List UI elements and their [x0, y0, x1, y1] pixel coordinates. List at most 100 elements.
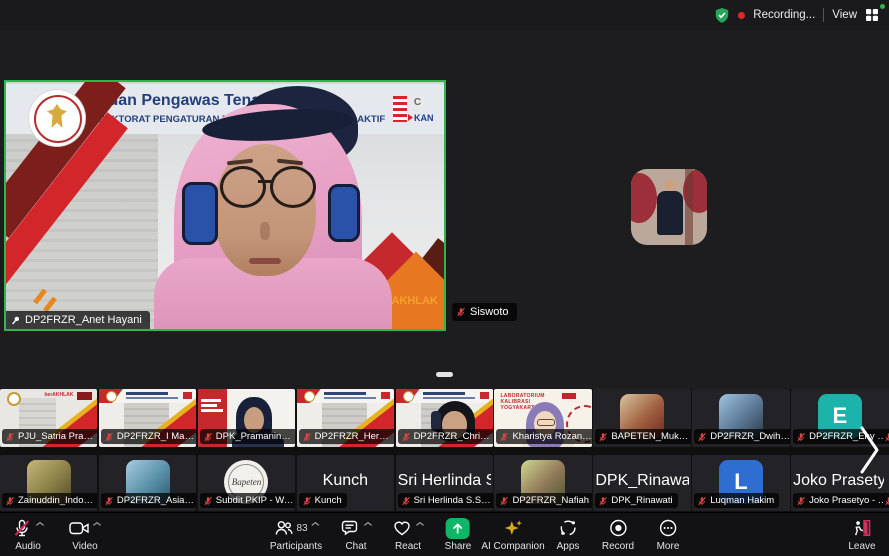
share-button[interactable]: Share	[445, 517, 472, 552]
chevron-up-icon[interactable]	[93, 521, 102, 527]
bapeten-mini-logo	[304, 391, 315, 402]
chevron-up-icon[interactable]	[36, 521, 45, 527]
muted-mic-icon	[302, 432, 312, 442]
participants-label: Participants	[270, 541, 322, 552]
berakhlak-mini-text: berAKHLAK	[45, 392, 74, 398]
participant-tile[interactable]: Zainuddin_Indowire	[0, 455, 97, 511]
participant-tile[interactable]: Kunch Kunch	[297, 455, 394, 511]
headphone-earcup	[182, 182, 218, 245]
zoom-meeting-window: Recording... View Badan Pengawas Tenaga …	[0, 0, 889, 556]
video-camera-icon	[69, 518, 90, 538]
active-speaker-tile[interactable]: Badan Pengawas Tenaga Nuklir DIREKTORAT …	[4, 80, 446, 331]
chat-button[interactable]: Chat	[340, 517, 373, 552]
kan-logo: KAN	[408, 113, 434, 123]
glasses-lens	[270, 166, 316, 208]
participant-tile-siswoto[interactable]: Siswoto	[447, 80, 889, 331]
apps-button[interactable]: Apps	[557, 517, 580, 552]
record-icon	[608, 518, 629, 538]
participant-tile[interactable]: DPK_RinawatiDPK_Rinawati	[593, 455, 690, 511]
recording-dot-icon	[738, 12, 745, 19]
participant-name-label: Kharistya Rozana-BRIN	[496, 429, 591, 444]
muted-mic-icon	[499, 432, 509, 442]
muted-mic-icon	[499, 496, 509, 506]
participant-tile[interactable]: LABORATORIUMKALIBRASIYOGYAKARTAKharistya…	[494, 389, 591, 447]
muted-mic-icon	[796, 432, 806, 442]
participant-tile[interactable]: DPK_Pramaning Tri H...	[198, 389, 295, 447]
view-button[interactable]: View	[832, 9, 857, 21]
apps-label: Apps	[557, 541, 580, 552]
gallery-next-page-button[interactable]	[853, 422, 885, 478]
chevron-up-icon[interactable]	[311, 521, 320, 527]
muted-mic-icon	[5, 432, 15, 442]
participants-button[interactable]: 83 Participants	[270, 517, 322, 552]
leave-button[interactable]: Leave	[848, 517, 875, 552]
bapeten-logo	[29, 90, 85, 146]
meeting-topbar: Recording... View	[0, 0, 889, 30]
participant-tile[interactable]: BAPETEN_Mukhlisin	[593, 389, 690, 447]
participant-tile[interactable]: DP2FRZR_Dwihardjo...	[692, 389, 789, 447]
muted-mic-icon	[104, 432, 114, 442]
muted-mic-icon	[203, 432, 213, 442]
ai-companion-button[interactable]: AI Companion	[481, 517, 544, 552]
participant-display-name: Kunch	[299, 472, 392, 490]
topbar-divider	[823, 8, 824, 22]
more-label: More	[657, 541, 680, 552]
participant-display-name: Sri Herlinda S...	[398, 472, 491, 490]
video-stage: Badan Pengawas Tenaga Nuklir DIREKTORAT …	[0, 30, 889, 389]
participant-name-label: DP2FRZR_I Made Ard...	[101, 429, 196, 444]
audio-button[interactable]: Audio	[12, 517, 45, 552]
participants-count-badge: 83	[296, 523, 307, 534]
glasses-lens	[220, 166, 266, 208]
green-status-dot	[880, 4, 885, 9]
participant-tile[interactable]: Sri Herlinda S... Sri Herlinda S.ST, M.Si	[396, 455, 493, 511]
active-speaker-name-label: DP2FRZR_Anet Hayani	[6, 311, 150, 329]
participant-name-label: Kunch	[299, 493, 347, 508]
encryption-shield-icon[interactable]	[714, 7, 730, 24]
gallery-grid-icon[interactable]	[865, 8, 879, 22]
chevron-up-icon[interactable]	[364, 521, 373, 527]
participant-tile[interactable]: berAKHLAKPJU_Satria Prahara	[0, 389, 97, 447]
record-label: Record	[602, 541, 634, 552]
iso-c-logo: C	[410, 96, 425, 110]
chevron-up-icon[interactable]	[416, 521, 425, 527]
more-button[interactable]: More	[657, 517, 680, 552]
bapeten-mini-logo	[7, 392, 21, 406]
participant-tile[interactable]: BapetenSubdit PKIP - Wawan...	[198, 455, 295, 511]
muted-mic-icon	[5, 496, 15, 506]
ai-sparkle-icon	[503, 518, 524, 538]
muted-mic-icon	[598, 432, 608, 442]
video-label: Video	[72, 541, 97, 552]
muted-mic-icon	[401, 432, 411, 442]
participant-name-label: Siswoto	[452, 303, 517, 321]
muted-mic-icon	[401, 496, 411, 506]
pin-icon	[8, 312, 23, 327]
participant-name-label: DP2FRZR_Hermawan...	[299, 429, 394, 444]
participant-tile[interactable]: DP2FRZR_Chrisantus...	[396, 389, 493, 447]
speaker-mouth	[249, 258, 281, 264]
muted-mic-icon	[598, 496, 608, 506]
participant-tile[interactable]: LLuqman Hakim	[692, 455, 789, 511]
participant-name-label: Subdit PKIP - Wawan...	[200, 493, 295, 508]
record-button[interactable]: Record	[602, 517, 634, 552]
heart-icon	[392, 518, 413, 538]
participant-name-label: Sri Herlinda S.ST, M.Si	[398, 493, 493, 508]
participant-name-label: DP2FRZR_Chrisantus...	[398, 429, 493, 444]
gallery-resize-handle[interactable]	[436, 372, 453, 377]
muted-mic-icon	[456, 307, 466, 317]
recording-indicator: Recording...	[753, 9, 815, 21]
participant-tile[interactable]: DP2FRZR_Nafiah	[494, 455, 591, 511]
apps-icon	[557, 518, 578, 538]
participant-tile[interactable]: DP2FRZR_I Made Ard...	[99, 389, 196, 447]
mic-muted-icon	[12, 518, 33, 538]
muted-mic-icon	[104, 496, 114, 506]
audio-label: Audio	[15, 541, 41, 552]
participant-gallery: berAKHLAKPJU_Satria Prahara DP2FRZR_I Mad…	[0, 389, 889, 512]
participant-tile[interactable]: DP2FRZR_Asiah Has...	[99, 455, 196, 511]
chat-label: Chat	[345, 541, 366, 552]
react-button[interactable]: React	[392, 517, 425, 552]
more-ellipsis-icon	[657, 518, 678, 538]
video-button[interactable]: Video	[69, 517, 102, 552]
participant-tile[interactable]: DP2FRZR_Hermawan...	[297, 389, 394, 447]
bapeten-mini-logo	[106, 391, 117, 402]
participant-name-label: Zainuddin_Indowire	[2, 493, 97, 508]
